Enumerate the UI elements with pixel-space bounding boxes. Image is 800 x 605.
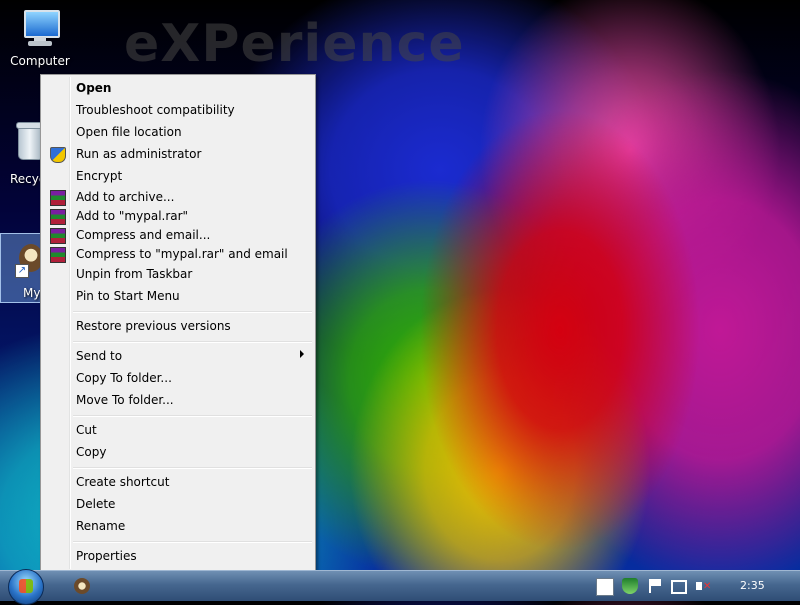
menu-item-troubleshoot-compatibility[interactable]: Troubleshoot compatibility — [44, 100, 312, 120]
network-icon[interactable] — [671, 580, 687, 594]
winrar-icon — [50, 247, 66, 263]
action-center-flag-icon[interactable] — [647, 578, 663, 594]
menu-item-label: Encrypt — [76, 169, 123, 183]
menu-item-copy-to-folder[interactable]: Copy To folder... — [44, 368, 312, 388]
menu-item-add-to-mypal-rar[interactable]: Add to "mypal.rar" — [44, 206, 312, 226]
menu-item-label: Create shortcut — [76, 475, 170, 489]
menu-item-label: Open file location — [76, 125, 182, 139]
menu-item-label: Unpin from Taskbar — [76, 267, 193, 281]
menu-item-restore-previous-versions[interactable]: Restore previous versions — [44, 316, 312, 336]
context-menu: Open Troubleshoot compatibility Open fil… — [40, 74, 316, 572]
menu-item-label: Properties — [76, 549, 137, 563]
menu-item-add-to-archive[interactable]: Add to archive... — [44, 187, 312, 207]
desktop-icon-computer[interactable]: Computer — [2, 8, 78, 68]
wallpaper-watermark: eXPerience — [124, 14, 465, 74]
menu-item-label: Run as administrator — [76, 147, 202, 161]
menu-item-label: Rename — [76, 519, 126, 533]
winrar-icon — [50, 209, 66, 225]
submenu-arrow-icon — [300, 350, 304, 358]
security-shield-icon[interactable] — [622, 578, 638, 594]
menu-item-label: Pin to Start Menu — [76, 289, 180, 303]
menu-item-move-to-folder[interactable]: Move To folder... — [44, 390, 312, 410]
menu-item-label: Troubleshoot compatibility — [76, 103, 235, 117]
menu-item-label: Delete — [76, 497, 116, 511]
menu-item-label: Compress to "mypal.rar" and email — [76, 247, 288, 261]
menu-item-label: Cut — [76, 423, 97, 437]
menu-separator — [73, 415, 312, 417]
menu-item-properties[interactable]: Properties — [44, 546, 312, 566]
menu-item-label: Copy — [76, 445, 107, 459]
menu-item-label: Compress and email... — [76, 228, 211, 242]
menu-item-open-file-location[interactable]: Open file location — [44, 122, 312, 142]
menu-item-encrypt[interactable]: Encrypt — [44, 166, 312, 186]
taskbar-clock[interactable]: 2:35 — [740, 579, 765, 592]
menu-item-label: Open — [76, 81, 112, 95]
desktop-icon-label: Computer — [10, 54, 70, 68]
desktop-icon-label: My — [23, 286, 41, 300]
menu-item-pin-to-start-menu[interactable]: Pin to Start Menu — [44, 286, 312, 306]
menu-item-delete[interactable]: Delete — [44, 494, 312, 514]
menu-separator — [73, 467, 312, 469]
menu-item-run-as-administrator[interactable]: Run as administrator — [44, 144, 312, 164]
mypal-browser-icon — [74, 578, 90, 594]
winrar-icon — [50, 190, 66, 206]
shield-icon — [50, 147, 66, 163]
winrar-icon — [50, 228, 66, 244]
menu-separator — [73, 311, 312, 313]
menu-item-rename[interactable]: Rename — [44, 516, 312, 536]
menu-item-send-to[interactable]: Send to — [44, 346, 312, 366]
menu-item-cut[interactable]: Cut — [44, 420, 312, 440]
menu-separator — [73, 541, 312, 543]
document-icon[interactable] — [596, 578, 614, 596]
volume-muted-icon[interactable] — [695, 578, 711, 594]
menu-item-create-shortcut[interactable]: Create shortcut — [44, 472, 312, 492]
menu-item-label: Move To folder... — [76, 393, 174, 407]
desktop-icon-recycle-bin[interactable]: Recyc — [0, 122, 46, 186]
taskbar: 2:35 — [0, 569, 800, 605]
menu-item-label: Add to archive... — [76, 190, 175, 204]
shortcut-arrow-icon: ↗ — [15, 264, 29, 278]
menu-item-label: Restore previous versions — [76, 319, 231, 333]
menu-item-unpin-from-taskbar[interactable]: Unpin from Taskbar — [44, 264, 312, 284]
desktop-icon-mypal[interactable]: ↗ My — [0, 233, 43, 303]
taskbar-app-mypal[interactable] — [70, 575, 94, 597]
menu-item-label: Add to "mypal.rar" — [76, 209, 189, 223]
menu-item-open[interactable]: Open — [44, 78, 312, 98]
computer-icon — [20, 8, 60, 50]
menu-item-label: Send to — [76, 349, 123, 363]
menu-item-copy[interactable]: Copy — [44, 442, 312, 462]
menu-item-label: Copy To folder... — [76, 371, 172, 385]
menu-item-compress-to-mypal-rar-and-email[interactable]: Compress to "mypal.rar" and email — [44, 244, 312, 264]
menu-item-compress-and-email[interactable]: Compress and email... — [44, 225, 312, 245]
menu-separator — [73, 341, 312, 343]
